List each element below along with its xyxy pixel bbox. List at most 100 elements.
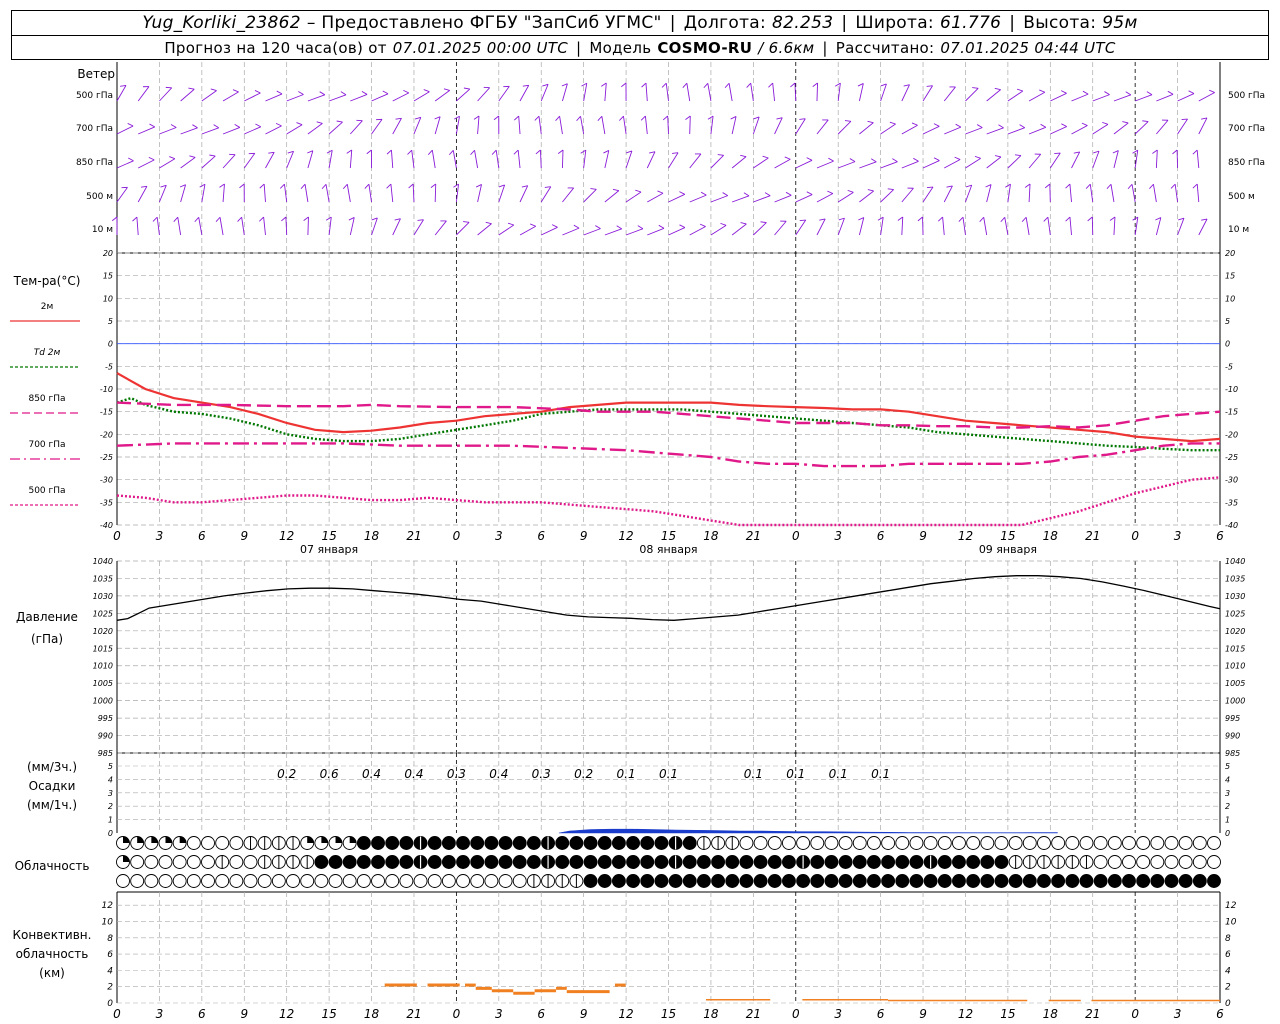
wind-barb-feather (152, 216, 158, 222)
wind-barb (1049, 152, 1061, 169)
wind-barb-feather (1192, 183, 1198, 189)
wind-barb (328, 121, 343, 135)
hour-tick-label: 6 (198, 529, 206, 543)
wind-barb-feather (573, 224, 580, 229)
wind-barb-feather (555, 115, 560, 121)
wind-barb (1131, 184, 1136, 203)
y-tick-label: 8 (1225, 934, 1231, 944)
cloud-symbol (583, 874, 598, 888)
cloud-quarter (321, 836, 328, 843)
cloud-symbol (753, 836, 768, 850)
hour-tick-label: 0 (792, 1007, 800, 1021)
wind-barb (858, 217, 865, 236)
wind-barb-feather (641, 82, 647, 88)
cloud-quarter (335, 836, 343, 843)
cloud-symbol (328, 874, 343, 888)
cloud-symbol (201, 836, 215, 850)
wind-barb (201, 90, 217, 102)
cloud-symbol (441, 874, 456, 888)
wind-barb (1198, 218, 1208, 236)
wind-barb-feather (682, 82, 688, 88)
wind-barb (731, 223, 747, 236)
wind-barb (689, 115, 691, 135)
wind-barb-feather (867, 120, 874, 124)
hour-tick-label: 3 (1174, 529, 1182, 543)
y-tick-label: 0 (108, 340, 113, 349)
cloud-symbol (526, 855, 541, 869)
cloud-symbol (356, 836, 371, 850)
wind-barb-feather (784, 156, 791, 160)
wind-barb-feather (300, 183, 306, 189)
wind-barb-feather (828, 157, 834, 162)
y-tick-label: 990 (1225, 732, 1240, 741)
cloud-symbol (895, 836, 910, 850)
wind-barb-feather (806, 191, 813, 195)
cloud-symbol (881, 836, 896, 850)
hour-tick-label: 21 (1085, 529, 1100, 543)
cloud-symbol (172, 874, 187, 888)
wind-barb (201, 184, 206, 203)
cloud-symbol (824, 874, 839, 888)
wind-barb-feather (279, 183, 285, 189)
y-tick-label: 1005 (1225, 679, 1245, 688)
hour-tick-label: 21 (406, 529, 421, 543)
wind-barb-feather (799, 219, 806, 221)
day-label: 09 января (979, 543, 1037, 556)
cloud-symbol (314, 855, 329, 869)
wind-barb-feather (463, 87, 470, 90)
wind-barb (286, 151, 294, 169)
cloud-symbol (427, 855, 442, 869)
y-tick-label: 2 (107, 983, 113, 993)
wind-barb (922, 160, 940, 169)
cloud-symbol (498, 855, 513, 869)
wind-barb-feather (321, 183, 327, 190)
y-tick-label: 8 (107, 934, 113, 944)
wind-barb (455, 116, 460, 135)
cloud-symbol (937, 836, 952, 850)
wind-barb (604, 228, 622, 236)
wind-barb (944, 126, 962, 135)
y-tick-label: 1040 (1225, 557, 1245, 566)
wind-barb (689, 194, 707, 203)
wind-barb-feather (111, 216, 118, 222)
wind-barb (201, 155, 216, 169)
wind-barb (646, 151, 656, 169)
cloud-symbol (342, 855, 357, 869)
wind-barb-feather (685, 115, 691, 120)
wind-barb (707, 83, 712, 102)
wind-level-label: 10 м (92, 225, 113, 235)
wind-barb (965, 127, 983, 135)
wind-barb-feather (463, 221, 470, 223)
cloud-symbol (314, 874, 329, 888)
wind-barb (1177, 218, 1185, 236)
cloud-symbol (909, 836, 924, 850)
cloud-symbol (1164, 874, 1179, 888)
wind-barb-feather (473, 115, 480, 120)
wind-barb (859, 161, 877, 169)
cloud-title: Облачность (14, 859, 90, 873)
wind-barb-feather (1043, 216, 1049, 222)
wind-barb-feather (972, 87, 979, 89)
wind-barb (601, 116, 606, 135)
cloud-symbol (399, 874, 414, 888)
wind-barb (583, 188, 597, 203)
wind-barb (371, 93, 389, 102)
wind-barb-feather (346, 149, 352, 154)
wind-barb (880, 83, 887, 102)
wind-barb-feather (232, 89, 239, 93)
wind-barb (201, 127, 219, 135)
cloud-symbol (243, 874, 258, 888)
cloud-symbol (371, 836, 385, 850)
wind-barb (880, 123, 896, 135)
wind-barb-feather (173, 216, 179, 222)
wind-barb-feather (700, 191, 707, 196)
hour-tick-label: 21 (746, 529, 761, 543)
wind-barb (604, 190, 620, 203)
wind-barb (1113, 217, 1116, 236)
wind-barb (604, 150, 610, 169)
wind-barb (159, 87, 173, 102)
wind-barb (1007, 155, 1022, 169)
wind-barb-feather (194, 216, 200, 223)
wind-barb (750, 83, 754, 102)
y-tick-label: -30 (1225, 476, 1238, 485)
